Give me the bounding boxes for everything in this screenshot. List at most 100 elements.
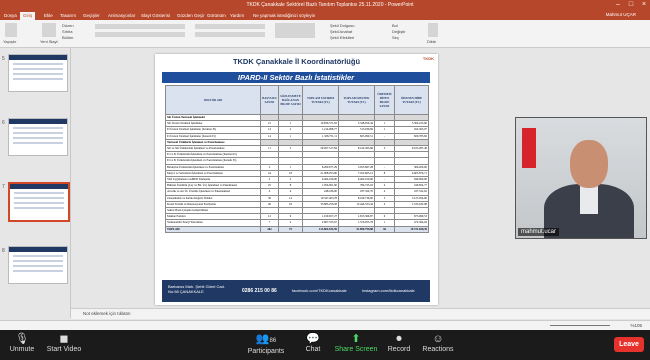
table-header-cell: ÖDENEN HİBE TUTARI (TL)	[394, 85, 429, 115]
record-button[interactable]: ⏺ Record	[384, 333, 414, 353]
status-bar: %105	[0, 320, 650, 330]
camera-off-icon: ◼	[59, 333, 69, 345]
table-header-cell: SEKTÖR ADI	[165, 85, 261, 115]
paragraph-group[interactable]	[195, 24, 265, 29]
minimize-icon[interactable]: –	[612, 0, 624, 10]
ribbon-tabs: Dosya Giriş Ekle Tasarım Geçişler Animas…	[0, 10, 650, 20]
alignment-group[interactable]	[195, 32, 265, 37]
maximize-icon[interactable]: □	[625, 0, 637, 10]
table-header-cell: TOPLAM YATIRIM TUTARI (TL)	[302, 85, 339, 115]
unmute-button[interactable]: 🎙 Unmute	[4, 333, 40, 353]
share-screen-button[interactable]: ⬆ Share Screen	[334, 333, 378, 353]
font-selector[interactable]	[95, 24, 185, 29]
table-cell: 19.721.828,39	[394, 225, 429, 233]
share-screen-icon: ⬆	[351, 333, 361, 345]
table-total-row: TOPLAM 262 75 123.604.932,59 51.890.799,88 36…	[165, 225, 429, 233]
user-name[interactable]: Mahmut UÇAR	[606, 11, 636, 19]
table-cell: 262	[260, 225, 279, 233]
dictate-icon[interactable]	[428, 23, 438, 37]
reactions-icon: ☺	[432, 333, 444, 345]
ribbon: Yapıştır Yeni Slayt Düzen Sıfırla Bölüm …	[0, 20, 650, 48]
table-cell: TOPLAM	[165, 225, 261, 233]
table-header-cell: TOPLAM DESTEK TUTARI (TL)	[338, 85, 375, 115]
participant-video[interactable]: mahmut.ucar	[515, 117, 647, 239]
reset-button[interactable]: Sıfırla	[62, 29, 72, 34]
tab-view[interactable]: Görünüm	[207, 12, 226, 20]
thumb-number: 7	[2, 184, 5, 190]
slide-banner: IPARD-II Sektör Bazlı İstatistikler	[162, 72, 430, 83]
table-header-cell: SÖZLEŞMEYE BAĞLANAN PROJE SAYISI	[278, 85, 303, 115]
current-slide[interactable]: TKDK Çanakkale İl Koordinatörlüğü TKDK I…	[155, 54, 438, 305]
leave-button[interactable]: Leave	[614, 337, 644, 352]
footer-address: Barbaros Mah. Şehit Gürel Cad. No:98 ÇAN…	[168, 284, 225, 294]
paste-icon[interactable]	[5, 23, 17, 37]
person-shirt	[580, 184, 598, 214]
tab-file[interactable]: Dosya	[4, 12, 17, 20]
reactions-button[interactable]: ☺ Reactions	[420, 333, 456, 353]
close-icon[interactable]: ×	[638, 0, 650, 10]
statistics-table: SEKTÖR ADI BAŞVURU SAYISI SÖZLEŞMEYE BAĞLA…	[165, 85, 429, 233]
chat-icon: 💬	[306, 333, 320, 345]
slide-footer: Barbaros Mah. Şehit Gürel Cad. No:98 ÇAN…	[162, 280, 430, 302]
record-label: Record	[387, 346, 411, 353]
zoom-toolbar: 🎙 Unmute ◼ Start Video 👥86 Participants 💬 Ch…	[0, 330, 650, 360]
thumb-number: 6	[2, 120, 5, 126]
table-cell: 75	[278, 225, 303, 233]
font-format-group[interactable]	[95, 32, 185, 37]
thumb-number: 5	[2, 56, 5, 62]
tab-review[interactable]: Gözden Geçir	[177, 12, 205, 20]
unmute-label: Unmute	[9, 346, 35, 353]
select-button[interactable]: Seç	[392, 35, 399, 40]
person-head	[570, 140, 608, 188]
notes-placeholder: Not eklemek için tıklatın	[83, 311, 131, 316]
shapes-gallery[interactable]	[275, 23, 315, 38]
chat-button[interactable]: 💬 Chat	[298, 333, 328, 353]
start-video-button[interactable]: ◼ Start Video	[44, 333, 84, 353]
section-button[interactable]: Bölüm	[62, 35, 73, 40]
table-cell: 51.890.799,88	[338, 225, 375, 233]
dictate-label: Dikte	[427, 39, 437, 44]
tab-home[interactable]: Giriş	[20, 12, 36, 20]
participant-name: mahmut.ucar	[518, 228, 560, 236]
tab-insert[interactable]: Ekle	[44, 12, 53, 20]
slide-thumbnail-selected[interactable]	[8, 182, 70, 222]
find-button[interactable]: Bul	[392, 23, 398, 28]
chat-label: Chat	[305, 346, 321, 353]
flag-icon	[522, 128, 536, 168]
shape-outline-button[interactable]: Şekil Anahat	[330, 29, 352, 34]
table-header-cell: BAŞVURU SAYISI	[260, 85, 279, 115]
share-screen-label: Share Screen	[334, 346, 378, 353]
tab-slideshow[interactable]: Slayt Gösterisi	[141, 12, 170, 20]
microphone-muted-icon: 🎙	[15, 333, 29, 345]
shape-fill-button[interactable]: Şekil Dolgusu	[330, 23, 354, 28]
title-bar: TKDK Çanakkale Sektörel Bazlı Tanıtım To…	[0, 0, 650, 10]
footer-instagram: instagram.com/tkdkcanakkale	[362, 288, 415, 293]
table-cell: 123.604.932,59	[302, 225, 339, 233]
slide-thumbnails-pane: 5 6 7 8	[0, 48, 71, 318]
replace-button[interactable]: Değiştir	[392, 29, 406, 34]
footer-facebook: facebook.com/TKDKcanakkale	[292, 288, 347, 293]
record-icon: ⏺	[396, 333, 402, 345]
tab-animations[interactable]: Animasyonlar	[108, 12, 135, 20]
notes-pane[interactable]: Not eklemek için tıklatın	[71, 308, 650, 319]
reactions-label: Reactions	[422, 346, 454, 353]
participants-button[interactable]: 👥86 Participants	[244, 333, 288, 355]
window-title: TKDK Çanakkale Sektörel Bazlı Tanıtım To…	[246, 2, 414, 8]
tab-design[interactable]: Tasarım	[60, 12, 76, 20]
slide-thumbnail[interactable]	[8, 246, 68, 284]
zoom-level[interactable]: %105	[630, 321, 642, 330]
slide-title: TKDK Çanakkale İl Koordinatörlüğü	[232, 57, 361, 66]
zoom-slider[interactable]	[550, 325, 610, 326]
tab-transitions[interactable]: Geçişler	[83, 12, 100, 20]
tell-me-search[interactable]: Ne yapmak istediğinizi söyleyin	[253, 12, 315, 20]
slide-thumbnail[interactable]	[8, 118, 68, 156]
slide-thumbnail[interactable]	[8, 54, 68, 92]
table-body: Süt Üreten Tarımsal İşletmeler Süt Üreten…	[165, 113, 429, 233]
layout-button[interactable]: Düzen	[62, 23, 74, 28]
table-header-row: SEKTÖR ADI BAŞVURU SAYISI SÖZLEŞMEYE BAĞLA…	[165, 85, 429, 115]
tab-help[interactable]: Yardım	[230, 12, 244, 20]
new-slide-icon[interactable]	[42, 23, 56, 37]
footer-phone: 0286 215 00 86	[242, 288, 277, 294]
new-slide-label: Yeni Slayt	[40, 39, 58, 44]
shape-effects-button[interactable]: Şekil Efektleri	[330, 35, 354, 40]
